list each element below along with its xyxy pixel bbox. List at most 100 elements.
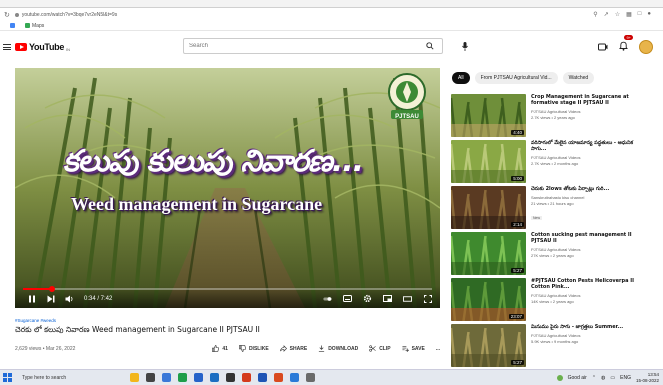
youtube-play-icon — [15, 43, 27, 51]
taskbar-app-icon[interactable] — [210, 373, 219, 382]
download-label: DOWNLOAD — [328, 345, 359, 352]
taskbar-search[interactable]: Type here to search — [16, 371, 120, 385]
video-thumbnail[interactable]: 23:07 — [451, 278, 526, 321]
video-thumbnail[interactable]: 5:27 — [451, 324, 526, 367]
recommendation-title[interactable]: మినుము పైరు సాగు - జాగ్రత్తలు Summer... — [531, 324, 649, 330]
video-views-date: 2,629 views • Mar 26, 2022 — [15, 345, 76, 352]
chip-from-channel[interactable]: From PJTSAU Agricultural Vid... — [474, 72, 558, 84]
progress-scrubber[interactable] — [48, 286, 55, 292]
share-button[interactable]: SHARE — [279, 345, 307, 352]
taskbar-app-icon[interactable] — [274, 373, 283, 382]
extensions-icon[interactable]: ▦ — [626, 11, 632, 18]
recommendation-card[interactable]: 5:00 వరిసాగులో మేలైన యాజమాన్య పద్ధతులు -… — [451, 140, 651, 185]
recommendation-channel[interactable]: PJTSAU Agricultural Videos — [531, 293, 649, 298]
battery-icon[interactable]: ▭ — [610, 375, 615, 381]
sidepanel-icon[interactable]: □ — [638, 11, 642, 18]
recommendations-list: 4:40 Crop Management in Sugarcane at for… — [451, 94, 651, 370]
theater-icon — [403, 295, 412, 302]
taskbar-app-icon[interactable] — [146, 373, 155, 382]
recommendation-card[interactable]: 5:27 మినుము పైరు సాగు - జాగ్రత్తలు Summe… — [451, 324, 651, 369]
recommendation-stats: 2.7K views • 2 years ago — [531, 115, 575, 120]
recommendation-channel[interactable]: PJTSAU Agricultural Videos — [531, 155, 649, 160]
recommendation-title[interactable]: Crop Management in Sugarcane at formativ… — [531, 94, 649, 106]
dislike-label: DISLIKE — [248, 345, 269, 352]
video-player[interactable]: PJTSAU కలుపు కులుపు నివారణ... Weed manag… — [15, 68, 440, 308]
recommendation-channel[interactable]: Sanskrutirahastu kisu channel — [531, 195, 649, 200]
recommendation-card[interactable]: 23:07 #PJTSAU Cotton Pests Helicoverpa I… — [451, 278, 651, 323]
recommendation-title[interactable]: చెరుకు 2lows తోటకు ఏర్పాట్లు గురి... — [531, 186, 649, 192]
recommendation-title[interactable]: Cotton sucking pest management II PJTSAU… — [531, 232, 649, 244]
account-avatar[interactable] — [639, 40, 653, 54]
fullscreen-button[interactable] — [423, 294, 432, 303]
hamburger-menu-icon[interactable] — [3, 43, 11, 52]
recommendation-title[interactable]: వరిసాగులో మేలైన యాజమాన్య పద్ధతులు - ఆధున… — [531, 140, 649, 152]
taskbar-app-icon[interactable] — [226, 373, 235, 382]
bookmark-star-icon[interactable]: ☆ — [615, 11, 620, 18]
recommendation-card[interactable]: 4:40 Crop Management in Sugarcane at for… — [451, 94, 651, 139]
recommendation-channel[interactable]: PJTSAU Agricultural Videos — [531, 247, 649, 252]
taskbar-app-icon[interactable] — [130, 373, 139, 382]
network-icon[interactable]: ◍ — [601, 375, 605, 381]
theater-mode-button[interactable] — [403, 294, 412, 303]
download-button[interactable]: DOWNLOAD — [318, 345, 358, 352]
volume-button[interactable] — [65, 294, 74, 303]
recommendation-card[interactable]: 5:27 Cotton sucking pest management II P… — [451, 232, 651, 277]
recommendation-stats: 5.9K views • 9 months ago — [531, 339, 579, 344]
search-button[interactable] — [418, 39, 442, 53]
taskbar-app-icon[interactable] — [242, 373, 251, 382]
chip-watched[interactable]: Watched — [562, 72, 595, 84]
video-thumbnail[interactable]: 4:40 — [451, 94, 526, 137]
video-thumbnail[interactable]: 2:14 — [451, 186, 526, 229]
chip-all[interactable]: All — [452, 72, 470, 84]
scan-edge — [0, 0, 663, 8]
taskbar-app-icon[interactable] — [290, 373, 299, 382]
taskbar-app-icon[interactable] — [162, 373, 171, 382]
zoom-icon[interactable]: ⚲ — [593, 11, 597, 18]
taskbar-app-icon[interactable] — [258, 373, 267, 382]
player-controls-left: 0:34 / 7:42 — [27, 294, 112, 303]
reload-icon[interactable]: ↻ — [4, 11, 10, 19]
save-button[interactable]: SAVE — [402, 345, 425, 352]
video-hashtags[interactable]: #Sugarcane #weeds — [15, 318, 440, 323]
video-thumbnail[interactable]: 5:27 — [451, 232, 526, 275]
save-label: SAVE — [411, 345, 425, 352]
video-thumbnail[interactable]: 5:00 — [451, 140, 526, 183]
more-actions-button[interactable]: ... — [436, 346, 440, 352]
voice-search-button[interactable] — [458, 39, 472, 53]
notifications-button[interactable]: 9+ — [619, 35, 633, 56]
weather-status[interactable]: Good air — [568, 375, 587, 381]
lock-icon — [14, 12, 19, 17]
clock[interactable]: 13:54 15-08-2022 — [636, 372, 659, 384]
windows-start-icon[interactable] — [3, 373, 12, 382]
fullscreen-icon — [423, 294, 432, 303]
search-input[interactable] — [184, 43, 418, 49]
recommendation-channel[interactable]: PJTSAU Agricultural Videos — [531, 109, 649, 114]
settings-button[interactable] — [363, 294, 372, 303]
profile-icon[interactable]: ● — [647, 11, 651, 18]
recommendation-title[interactable]: #PJTSAU Cotton Pests Helicoverpa II Cott… — [531, 278, 649, 290]
miniplayer-button[interactable] — [383, 294, 392, 303]
bookmark-apps[interactable] — [10, 23, 17, 28]
like-button[interactable]: 41 — [212, 345, 228, 352]
taskbar-app-icon[interactable] — [178, 373, 187, 382]
dislike-button[interactable]: DISLIKE — [239, 345, 269, 352]
subtitles-button[interactable] — [343, 294, 352, 303]
recommendation-card[interactable]: 2:14 చెరుకు 2lows తోటకు ఏర్పాట్లు గురి..… — [451, 186, 651, 231]
bookmark-maps[interactable]: Maps — [25, 23, 44, 29]
taskbar-app-icon[interactable] — [306, 373, 315, 382]
keyboard-language[interactable]: ENG — [620, 375, 631, 381]
address-url[interactable]: youtube.com/watch?v=3bqe7vr2eN5l&t=9s — [22, 12, 593, 18]
taskbar-app-icon[interactable] — [194, 373, 203, 382]
progress-bar[interactable] — [23, 286, 432, 292]
recommendation-channel[interactable]: PJTSAU Agricultural Videos — [531, 333, 649, 338]
share-page-icon[interactable]: ↗ — [604, 11, 609, 18]
pause-icon — [28, 295, 35, 302]
next-button[interactable] — [46, 294, 55, 303]
youtube-logo[interactable]: YouTube IN — [15, 42, 70, 52]
autoplay-toggle[interactable] — [323, 294, 332, 303]
pause-button[interactable] — [27, 294, 36, 303]
create-video-icon[interactable] — [598, 43, 608, 51]
tray-chevron-icon[interactable]: ⌃ — [592, 375, 596, 381]
clip-button[interactable]: CLIP — [369, 345, 391, 352]
bell-icon — [619, 41, 628, 51]
